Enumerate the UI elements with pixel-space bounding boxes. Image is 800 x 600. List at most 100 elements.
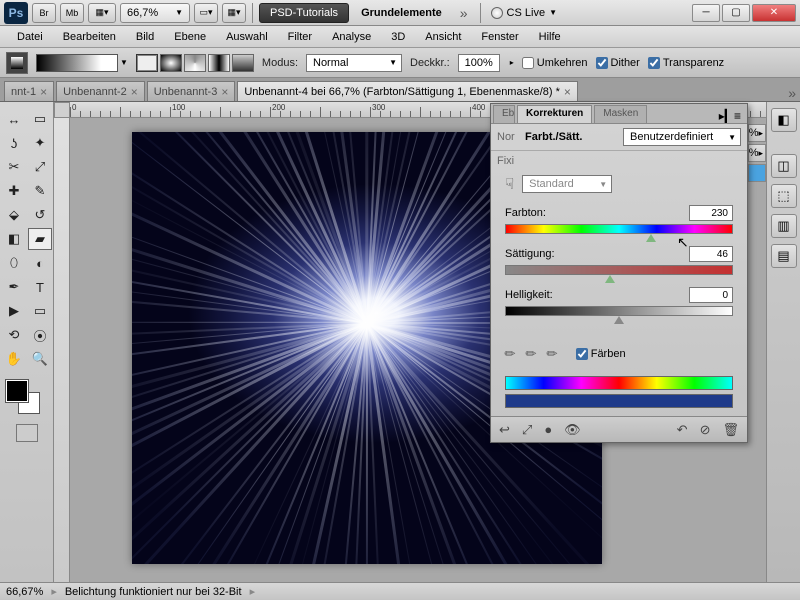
bridge-button[interactable]: Br xyxy=(32,3,56,23)
dock-channels-icon[interactable]: ▥ xyxy=(771,214,797,238)
targeted-adjust-icon[interactable]: ☟ xyxy=(505,175,514,193)
previous-state-icon[interactable]: ↶ xyxy=(677,422,688,438)
cslive-button[interactable]: CS Live ▼ xyxy=(491,7,557,19)
menu-hilfe[interactable]: Hilfe xyxy=(530,29,570,45)
menu-3d[interactable]: 3D xyxy=(382,29,414,45)
quickmask-button[interactable] xyxy=(16,424,38,442)
reset-icon[interactable]: ⊘ xyxy=(700,422,711,438)
menu-bild[interactable]: Bild xyxy=(127,29,163,45)
panel-tab-masken[interactable]: Masken xyxy=(594,105,647,123)
gradient-tool-preset[interactable] xyxy=(6,52,28,74)
document-tab[interactable]: nnt-1× xyxy=(4,81,54,101)
dock-layers-icon[interactable]: ◧ xyxy=(771,108,797,132)
document-tab-active[interactable]: Unbenannt-4 bei 66,7% (Farbton/Sättigung… xyxy=(237,81,578,101)
window-minimize-button[interactable]: ─ xyxy=(692,4,720,22)
eraser-tool[interactable]: ◧ xyxy=(2,228,26,250)
preset-select[interactable]: Benutzerdefiniert ▼ xyxy=(623,128,741,146)
type-tool[interactable]: T xyxy=(28,276,52,298)
zoom-tool[interactable]: 🔍 xyxy=(28,348,52,370)
path-select-tool[interactable]: ▶ xyxy=(2,300,26,322)
slider-thumb[interactable] xyxy=(605,275,615,283)
ruler-origin[interactable] xyxy=(54,102,70,118)
close-icon[interactable]: × xyxy=(221,85,228,99)
transparency-checkbox[interactable]: Transparenz xyxy=(648,57,724,69)
gradient-linear-button[interactable] xyxy=(136,54,158,72)
workspace-name[interactable]: Grundelemente xyxy=(353,4,450,22)
clip-icon[interactable]: ● xyxy=(544,422,552,437)
foreground-color-swatch[interactable] xyxy=(6,380,28,402)
lightness-input[interactable] xyxy=(689,287,733,303)
brush-tool[interactable]: ✎ xyxy=(28,180,52,202)
lasso-tool[interactable]: ʖ xyxy=(2,132,26,154)
panel-tab-korrekturen[interactable]: Korrekturen xyxy=(517,105,592,123)
slider-thumb[interactable] xyxy=(646,234,656,242)
dock-info-icon[interactable]: ▤ xyxy=(771,244,797,268)
menu-auswahl[interactable]: Auswahl xyxy=(217,29,277,45)
extras-button[interactable]: ▦▾ xyxy=(222,3,246,23)
document-tab[interactable]: Unbenannt-3× xyxy=(147,81,236,101)
workspace-overflow-icon[interactable]: » xyxy=(454,5,474,21)
dodge-tool[interactable]: ◐ xyxy=(28,252,52,274)
hand-tool[interactable]: ✋ xyxy=(2,348,26,370)
menu-analyse[interactable]: Analyse xyxy=(323,29,380,45)
eyedropper-tool[interactable]: ⤢ xyxy=(28,156,52,178)
tabs-overflow-icon[interactable]: » xyxy=(788,85,796,101)
zoom-level-select[interactable]: 66,7% ▼ xyxy=(120,3,190,23)
pen-tool[interactable]: ✒ xyxy=(2,276,26,298)
history-brush-tool[interactable]: ↺ xyxy=(28,204,52,226)
colorize-checkbox[interactable]: Färben xyxy=(576,348,626,360)
menu-bearbeiten[interactable]: Bearbeiten xyxy=(54,29,125,45)
window-close-button[interactable]: ✕ xyxy=(752,4,796,22)
gradient-tool[interactable]: ▰ xyxy=(28,228,52,250)
gradient-preview[interactable] xyxy=(36,54,118,72)
dither-checkbox[interactable]: Dither xyxy=(596,57,640,69)
menu-filter[interactable]: Filter xyxy=(279,29,321,45)
close-icon[interactable]: × xyxy=(40,85,47,99)
menu-ebene[interactable]: Ebene xyxy=(165,29,215,45)
eyedropper-add-icon[interactable]: ✎ xyxy=(522,344,541,363)
panel-menu-icon[interactable]: ▸▎≡ xyxy=(713,109,747,123)
lightness-track[interactable] xyxy=(505,306,733,316)
slider-thumb[interactable] xyxy=(614,316,624,324)
menu-datei[interactable]: Datei xyxy=(8,29,52,45)
shape-tool[interactable]: ▭ xyxy=(28,300,52,322)
marquee-tool[interactable]: ▭ xyxy=(28,108,52,130)
document-tab[interactable]: Unbenannt-2× xyxy=(56,81,145,101)
eyedropper-subtract-icon[interactable]: ✎ xyxy=(543,344,562,363)
magic-wand-tool[interactable]: ✦ xyxy=(28,132,52,154)
gradient-radial-button[interactable] xyxy=(160,54,182,72)
visibility-icon[interactable]: 👁 xyxy=(564,422,581,438)
dock-crop-icon[interactable]: ◫ xyxy=(771,154,797,178)
saturation-input[interactable] xyxy=(689,246,733,262)
screen-mode-button[interactable]: ▦▾ xyxy=(88,3,116,23)
saturation-track[interactable] xyxy=(505,265,733,275)
blur-tool[interactable]: ⬯ xyxy=(2,252,26,274)
minibridge-button[interactable]: Mb xyxy=(60,3,84,23)
chevron-down-icon[interactable]: ▸ xyxy=(510,58,514,67)
arrange-button[interactable]: ▭▾ xyxy=(194,3,218,23)
expand-icon[interactable]: ⤢ xyxy=(522,422,532,438)
blend-mode-select[interactable]: Normal ▼ xyxy=(306,54,402,72)
color-swatches[interactable] xyxy=(0,378,53,418)
return-arrow-icon[interactable]: ↩ xyxy=(499,422,510,438)
workspace-pill-psdtutorials[interactable]: PSD-Tutorials xyxy=(259,3,349,23)
channel-select[interactable]: Standard ▼ xyxy=(522,175,612,193)
move-tool[interactable]: ↔ xyxy=(2,108,26,130)
window-maximize-button[interactable]: ▢ xyxy=(722,4,750,22)
peek-item-selected[interactable] xyxy=(748,164,766,182)
3d-tool[interactable]: ⟲ xyxy=(2,324,26,346)
stamp-tool[interactable]: ⬙ xyxy=(2,204,26,226)
hue-input[interactable] xyxy=(689,205,733,221)
menu-fenster[interactable]: Fenster xyxy=(472,29,527,45)
gradient-reflected-button[interactable] xyxy=(208,54,230,72)
panel-tab-layers[interactable]: Ebe xyxy=(493,105,515,123)
eyedropper-icon[interactable]: ✎ xyxy=(501,344,520,363)
trash-icon[interactable]: 🗑 xyxy=(722,422,739,438)
crop-tool[interactable]: ✂ xyxy=(2,156,26,178)
peek-item[interactable]: % ▸ xyxy=(748,144,766,162)
close-icon[interactable]: × xyxy=(564,85,571,99)
close-icon[interactable]: × xyxy=(131,85,138,99)
opacity-input[interactable]: 100% xyxy=(458,54,500,72)
peek-item[interactable]: % ▸ xyxy=(748,124,766,142)
status-zoom[interactable]: 66,67% xyxy=(6,586,43,598)
